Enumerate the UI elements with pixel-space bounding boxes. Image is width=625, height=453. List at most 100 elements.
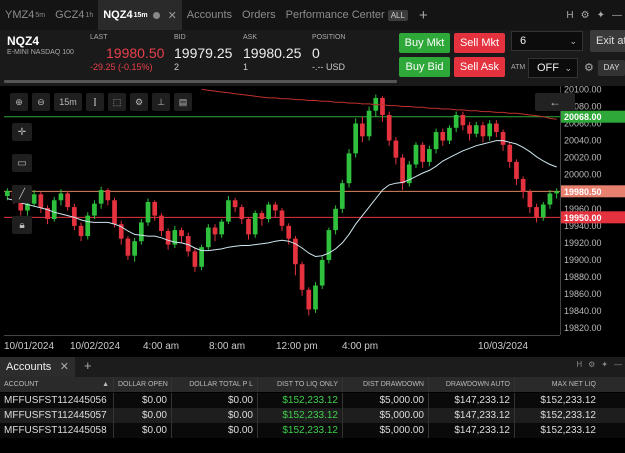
close-tab-icon[interactable]: ✕ [60,357,69,377]
atm-settings-gear-icon[interactable]: ⚙ [584,61,594,74]
tab-label: NQZ4 [103,9,133,21]
candle-body [514,161,519,179]
candle-body [152,201,158,216]
column-header-dist-to-liq[interactable]: DIST TO LIQ ONLY [258,377,343,392]
candle-body [313,285,318,310]
minimize-icon[interactable]: — [614,360,622,369]
cell-dist-to-liq: $152,233.12 [258,393,343,408]
candle-body [319,259,325,286]
zoom-in-icon[interactable]: ⊕ [10,93,28,111]
last-label: LAST [90,34,108,41]
line-draw-icon[interactable]: ╱ [12,185,32,203]
column-header-dollar-total-pl[interactable]: DOLLAR TOTAL P L [172,377,258,392]
tab-accounts[interactable]: Accounts [182,0,237,30]
price-tag-label: 19980.50 [564,187,602,197]
scroll-to-latest-arrow-icon[interactable]: ← [535,93,575,111]
lock-icon[interactable]: 🔒︎ [12,216,32,234]
sell-ask-button[interactable]: Sell Ask [454,57,505,77]
y-tick-label: 19840.00 [564,306,602,316]
chart-toolbar: ⊕ ⊖ 15m ⫿ ⬚ ⚙ ⊥ ▤ [10,93,192,111]
cell-dist-to-liq: $152,233.12 [258,408,343,423]
pin-icon[interactable]: ✦ [597,10,605,21]
settings-gear-icon[interactable]: ⚙ [581,10,590,21]
buy-bid-button[interactable]: Buy Bid [399,57,450,77]
templates-icon[interactable]: ▤ [174,93,192,111]
cell-dollar-open: $0.00 [114,423,172,438]
ask-block: ASK 19980.25 1 [243,34,301,72]
quantity-input[interactable]: 6 ⌄ [511,31,583,51]
tab-orders[interactable]: Orders [237,0,281,30]
interval-button[interactable]: 15m [54,93,82,111]
table-header-row: ACCOUNT ▲ DOLLAR OPEN DOLLAR TOTAL P L D… [0,377,625,392]
candle-body [527,191,533,208]
y-tick-label: 19900.00 [564,255,602,265]
chart-type-candles-icon[interactable]: ⫿ [86,93,104,111]
chart-settings-gear-icon[interactable]: ⚙ [130,93,148,111]
tab-gcz4[interactable]: GCZ4 1h [50,0,98,30]
tab-nqz4[interactable]: NQZ4 15m ✕ [98,0,182,30]
candle-body [353,123,359,154]
candle-body [366,110,372,137]
close-tab-icon[interactable]: ✕ [168,9,177,22]
moving-average-fast-line [7,140,557,258]
tab-label: YMZ4 [5,9,35,21]
selection-box-icon[interactable]: ⬚ [108,93,126,111]
position-label: POSITION [312,34,346,41]
sell-market-button[interactable]: Sell Mkt [454,33,505,53]
chevron-down-icon[interactable]: ⌄ [569,32,577,50]
cell-dollar-total-pl: $0.00 [172,423,258,438]
all-badge: ALL [387,9,408,21]
column-header-dist-drawdown[interactable]: DIST DRAWDOWN [343,377,429,392]
column-header-drawdown-auto[interactable]: DRAWDOWN AUTO [429,377,515,392]
table-row[interactable]: MFFUSFST112445058 $0.00 $0.00 $152,233.1… [0,423,625,438]
candle-body [31,194,37,204]
tab-ymz4[interactable]: YMZ4 5m [0,0,50,30]
minimize-icon[interactable]: — [612,10,622,21]
indicators-icon[interactable]: ⊥ [152,93,170,111]
zoom-out-icon[interactable]: ⊖ [32,93,50,111]
add-panel-tab-icon[interactable]: + [84,358,92,373]
symbol[interactable]: NQZ4 [7,34,74,48]
atm-select[interactable]: OFF ⌄ [528,58,578,78]
cell-account: MFFUSFST112445057 [0,408,114,423]
chart-canvas[interactable]: 20100.0020080.0020060.0020040.0020020.00… [0,86,625,353]
exit-at-button[interactable]: Exit at [590,30,625,52]
candle-body [266,204,271,220]
cell-drawdown-auto: $147,233.12 [429,408,515,423]
table-row[interactable]: MFFUSFST112445056 $0.00 $0.00 $152,233.1… [0,393,625,408]
position-block: POSITION 0 -.-- USD [312,34,345,72]
help-icon[interactable]: H [566,10,573,21]
cell-dist-drawdown: $5,000.00 [343,423,429,438]
candle-body [393,140,399,158]
interval-label: 15m [59,97,77,107]
candle-body [494,123,499,133]
sort-ascending-icon[interactable]: ▲ [102,377,109,392]
candle-body [286,225,292,239]
moving-average-slow-line [201,88,557,120]
crosshair-icon[interactable]: ✛ [12,123,32,141]
tab-interval: 5m [35,11,46,19]
candle-body [420,144,426,162]
table-row[interactable]: MFFUSFST112445057 $0.00 $0.00 $152,233.1… [0,408,625,423]
chevron-down-icon[interactable]: ⌄ [564,59,572,77]
settings-gear-icon[interactable]: ⚙ [588,360,595,369]
candle-body [246,219,251,235]
notes-icon[interactable]: ▭ [12,154,32,172]
accounts-tab[interactable]: Accounts ✕ [0,357,75,377]
add-tab-icon[interactable]: + [413,7,434,24]
candle-body [380,97,385,115]
candle-body [299,264,305,290]
buy-market-button[interactable]: Buy Mkt [399,33,450,53]
candle-body [98,190,104,204]
pin-icon[interactable]: ✦ [601,360,608,369]
tab-performance-center[interactable]: Performance Center ALL [281,0,413,30]
column-header-dollar-open[interactable]: DOLLAR OPEN [114,377,172,392]
candle-body [500,132,506,145]
top-tab-bar: YMZ4 5m GCZ4 1h NQZ4 15m ✕ Accounts Orde… [0,0,625,30]
column-header-max-net-liq[interactable]: MAX NET LIQ [515,377,600,392]
column-header-account[interactable]: ACCOUNT ▲ [0,377,114,392]
price-chart[interactable]: 20100.00 20080.00 20060.00 20040.00 20020.00… [0,86,625,353]
panel-window-controls: H ⚙ ✦ — [576,360,622,369]
day-button[interactable]: DAY [598,60,625,76]
help-icon[interactable]: H [576,360,582,369]
